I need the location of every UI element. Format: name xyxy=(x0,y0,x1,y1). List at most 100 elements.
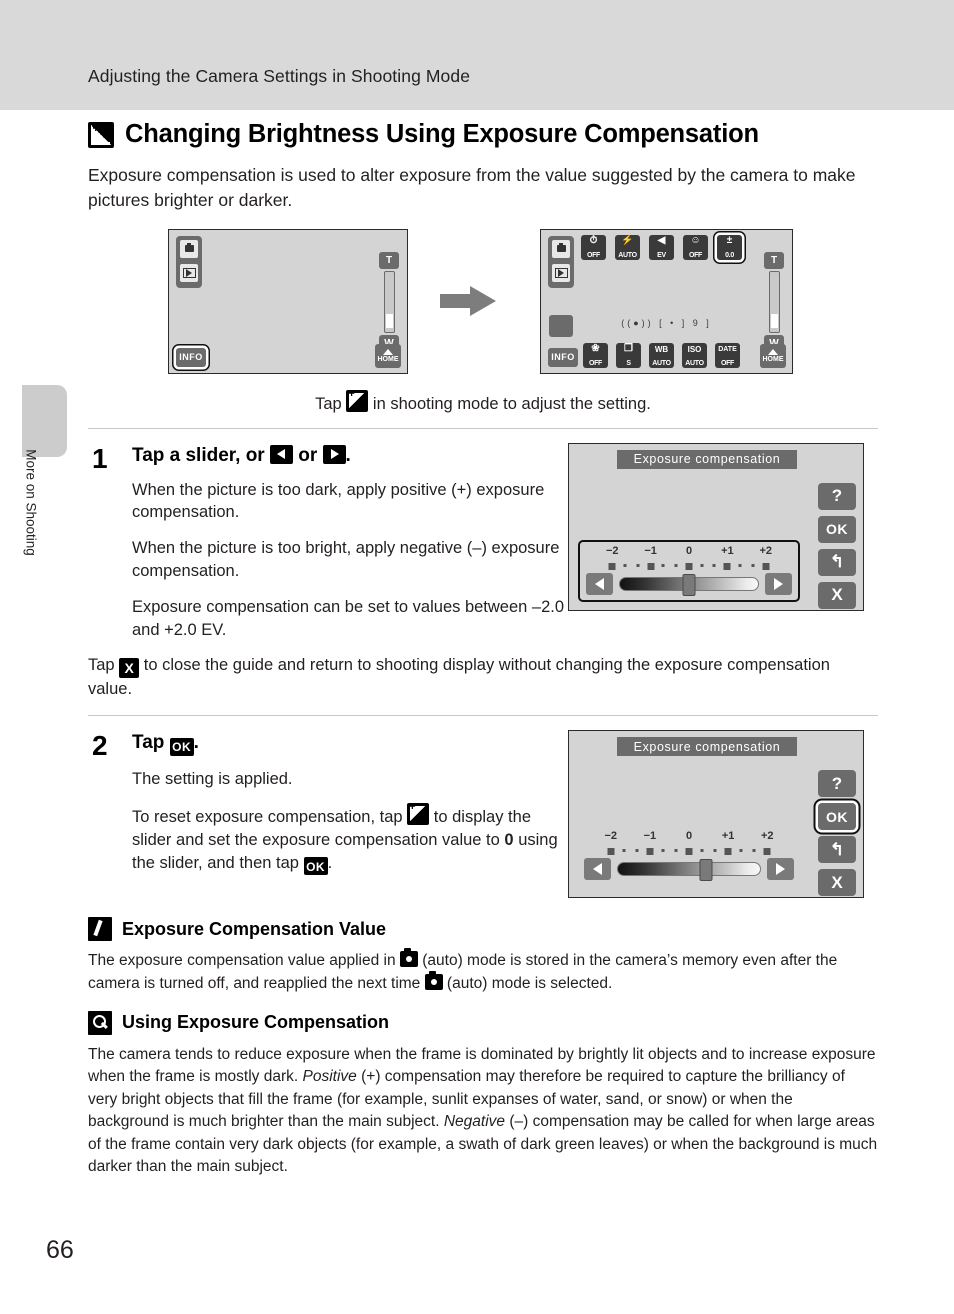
continuous-glyph: ❐ xyxy=(624,343,633,355)
help-button-2[interactable]: ? xyxy=(818,770,856,798)
white-balance-icon[interactable]: WB AUTO xyxy=(649,342,674,368)
note-2-title: Using Exposure Compensation xyxy=(122,1012,390,1033)
reset-text-4: . xyxy=(327,853,333,872)
white-balance-label: AUTO xyxy=(652,359,671,367)
zoom-tele-button[interactable]: T xyxy=(379,251,399,269)
flow-arrow-icon xyxy=(440,285,496,316)
exposure-compensation-screen-icon[interactable]: ± 0.0 xyxy=(717,234,742,260)
ev-increase-button-1[interactable] xyxy=(765,572,792,595)
step-2-heading-before: Tap xyxy=(132,732,165,754)
date-imprint-icon[interactable]: DATE OFF xyxy=(715,342,740,368)
note-2: Using Exposure Compensation The camera t… xyxy=(88,1010,878,1179)
ok-button-2[interactable]: OK xyxy=(818,803,856,831)
shooting-mode-icon[interactable] xyxy=(180,239,198,258)
home-button-b[interactable]: HOME xyxy=(760,343,786,368)
ev-increase-button-2[interactable] xyxy=(767,858,794,881)
iso-sensitivity-icon[interactable]: ISO AUTO xyxy=(682,342,707,368)
step-1-heading-before: Tap a slider, or xyxy=(132,444,265,466)
info-button-b[interactable]: INFO xyxy=(548,347,578,367)
zoom-tele-button-b[interactable]: T xyxy=(764,251,784,269)
ev-decrease-button-1[interactable] xyxy=(586,572,613,595)
iso-label: AUTO xyxy=(685,359,704,367)
magnifier-note-icon xyxy=(88,1010,112,1035)
close-button-2[interactable]: X xyxy=(818,869,856,897)
step-1-body: Tap a slider, or or . When the picture i… xyxy=(132,444,572,642)
step-1-note-after: to close the guide and return to shootin… xyxy=(88,656,830,699)
page-title: Changing Brightness Using Exposure Compe… xyxy=(125,120,759,148)
macro-mode-icon[interactable]: ❀ OFF xyxy=(583,342,608,368)
ev-dialog-screen-2: Exposure compensation ? OK ↰ X −2 −1 0 +… xyxy=(568,730,864,899)
iso-glyph: ISO xyxy=(687,344,702,354)
ev-dialog-2-title: Exposure compensation xyxy=(617,737,797,757)
mode-switch-group[interactable] xyxy=(176,235,202,288)
smile-timer-label: OFF xyxy=(688,251,703,259)
playback-mode-icon-b[interactable] xyxy=(552,263,570,282)
bottom-icon-row: ❀ OFF ❐ S WB AUTO ISO AUTO DATE OFF xyxy=(583,342,740,368)
step-1-heading-mid: or xyxy=(298,444,318,466)
self-timer-icon[interactable]: ⏱ OFF xyxy=(581,234,606,260)
screens-caption: Tap in shooting mode to adjust the setti… xyxy=(88,389,878,414)
auto-mode-icon-1 xyxy=(399,948,418,968)
ev-slider-knob-2[interactable] xyxy=(699,859,713,882)
ev-dialog-1-buttons: ? OK ↰ X xyxy=(818,482,856,615)
self-timer-glyph: ⏱ xyxy=(589,235,598,247)
ev-scale-label-minus1: −1 xyxy=(644,544,657,557)
back-button-1[interactable]: ↰ xyxy=(818,548,856,576)
exposure-compensation-inline-icon xyxy=(346,389,369,412)
ev-slider-panel-2[interactable]: −2 −1 0 +1 +2 xyxy=(578,827,800,889)
home-icon-b xyxy=(768,348,778,355)
zoom-track[interactable] xyxy=(383,270,395,333)
ev-scale-2-label-zero: 0 xyxy=(685,830,693,843)
camera-screen-plain: T W INFO HOME xyxy=(168,228,408,374)
ev-slider-panel-1[interactable]: −2 −1 0 +1 +2 xyxy=(578,539,800,602)
info-button[interactable]: INFO xyxy=(176,347,206,367)
continuous-icon[interactable]: ❐ S xyxy=(616,342,641,368)
ev-decrease-button-2[interactable] xyxy=(584,858,611,881)
ev-dialog-screen-1: Exposure compensation ? OK ↰ X −2 −1 0 +… xyxy=(568,442,864,611)
page-content: + Changing Brightness Using Exposure Com… xyxy=(88,120,878,1183)
step-1-note-before: Tap xyxy=(88,656,115,675)
zoom-knob[interactable] xyxy=(385,313,393,328)
playback-mode-icon[interactable] xyxy=(180,263,198,282)
top-icon-row: ⏱ OFF ⚡ AUTO ◀ EV ☺ OFF ± 0.0 xyxy=(581,234,742,260)
home-button[interactable]: HOME xyxy=(375,343,401,368)
zoom-knob-b[interactable] xyxy=(770,313,778,328)
help-button-1[interactable]: ? xyxy=(818,482,856,510)
camera-screens-row: T W INFO HOME ⏱ OFF xyxy=(88,228,878,379)
zoom-control[interactable]: T W xyxy=(379,251,399,352)
step-1: 1 Tap a slider, or or . When the picture… xyxy=(88,429,878,701)
ok-inline-icon: OK xyxy=(169,737,194,756)
ev-scale-1: −2 −1 0 +1 +2 xyxy=(588,545,790,562)
step-1-heading: Tap a slider, or or . xyxy=(132,444,572,467)
ev-track-row-1 xyxy=(586,572,792,596)
ok-inline-icon-2: OK xyxy=(303,857,328,876)
exposure-compensation-inline-icon-2 xyxy=(407,802,430,826)
ev-dialog-1-title: Exposure compensation xyxy=(617,449,797,469)
ev-slider-track-1[interactable] xyxy=(619,573,759,596)
step-1-paragraph-1: When the picture is too dark, apply posi… xyxy=(132,480,545,522)
step-2-reset-paragraph: To reset exposure compensation, tap to d… xyxy=(132,802,572,876)
ok-button-1[interactable]: OK xyxy=(818,515,856,543)
smile-timer-icon[interactable]: ☺ OFF xyxy=(683,234,708,260)
step-2-paragraph-1: The setting is applied. xyxy=(132,769,293,788)
back-button-2[interactable]: ↰ xyxy=(818,836,856,864)
zoom-control-b[interactable]: T W xyxy=(764,251,784,352)
ev-scale-label-plus1: +1 xyxy=(721,544,734,557)
reset-text-1: To reset exposure compensation, tap xyxy=(132,808,403,827)
zoom-track-b[interactable] xyxy=(768,270,780,333)
close-button-1[interactable]: X xyxy=(818,581,856,609)
ev-scale-label-plus2: +2 xyxy=(759,544,773,557)
page-number: 66 xyxy=(46,1236,74,1264)
ev-scale-2-label-plus2: +2 xyxy=(760,830,774,843)
ev-scale-2: −2 −1 0 +1 +2 xyxy=(586,830,792,847)
flash-exposure-icon[interactable]: ◀ EV xyxy=(649,234,674,260)
ev-scale-2-label-minus1: −1 xyxy=(643,830,657,843)
flash-mode-icon[interactable]: ⚡ AUTO xyxy=(615,234,640,260)
date-imprint-label: OFF xyxy=(720,359,735,367)
ev-slider-track-2[interactable] xyxy=(617,859,761,882)
macro-mode-glyph: ❀ xyxy=(591,343,600,355)
shooting-mode-icon-b[interactable] xyxy=(552,239,570,258)
smile-timer-glyph: ☺ xyxy=(690,235,701,247)
ev-slider-knob-1[interactable] xyxy=(682,573,696,596)
mode-switch-group-b[interactable] xyxy=(548,235,574,288)
